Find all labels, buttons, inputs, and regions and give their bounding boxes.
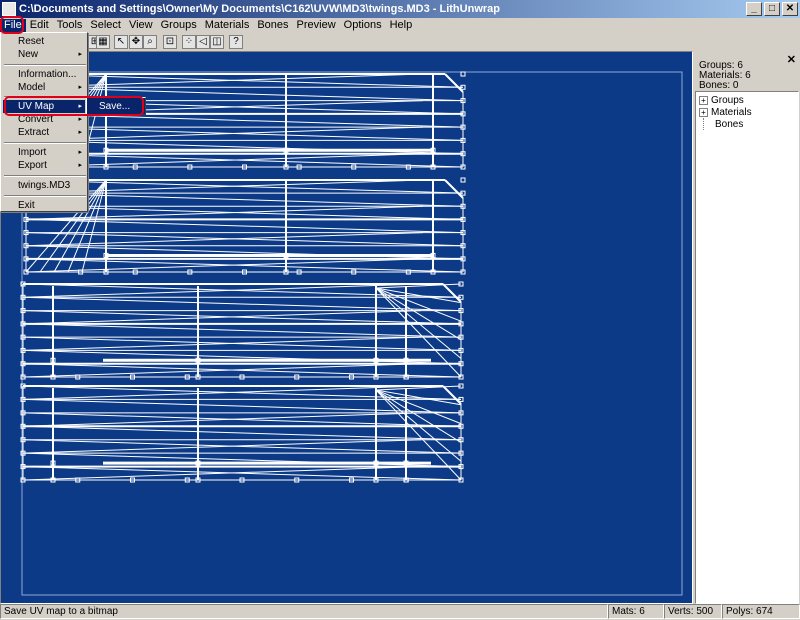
wire-vertex [460, 177, 466, 183]
expand-icon[interactable]: + [699, 107, 708, 117]
status-mats: Mats: 6 [608, 604, 664, 619]
menu-groups[interactable]: Groups [157, 19, 201, 32]
wire-edge [25, 113, 464, 128]
window-title: C:\Documents and Settings\Owner\My Docum… [19, 3, 500, 15]
menu-preview[interactable]: Preview [293, 19, 340, 32]
wire-edge [22, 323, 462, 338]
app-icon[interactable] [2, 2, 16, 16]
menu-item-label: Extract [18, 127, 50, 138]
menu-view[interactable]: View [125, 19, 157, 32]
tree-item-materials[interactable]: + Materials [699, 106, 798, 118]
menu-help[interactable]: Help [386, 19, 417, 32]
tree-view[interactable]: + Groups + Materials Bones [695, 91, 799, 604]
pointer-icon[interactable]: ↖ [114, 35, 128, 49]
menu-item-label: Import [18, 147, 47, 158]
menu-separator [4, 175, 86, 177]
status-message: Save UV map to a bitmap [0, 604, 608, 619]
menu-item-label: New [18, 49, 39, 60]
move-icon[interactable]: ✥ [129, 35, 143, 49]
menu-item-label: Convert [18, 114, 54, 125]
menu-bar: File Edit Tools Select View Groups Mater… [0, 18, 800, 32]
menu-edit[interactable]: Edit [26, 19, 53, 32]
face-icon[interactable]: ◫ [210, 35, 224, 49]
submenu-arrow-icon: ▸ [78, 84, 82, 91]
tree-item-bones[interactable]: Bones [699, 118, 798, 130]
vertex-icon[interactable]: ⁘ [182, 35, 196, 49]
menu-item-new[interactable]: New ▸ [3, 48, 85, 61]
menu-item-label: Export [18, 160, 47, 171]
submenu-arrow-icon: ▸ [78, 103, 82, 110]
menu-options[interactable]: Options [340, 19, 386, 32]
tree-item-groups[interactable]: + Groups [699, 94, 798, 106]
uv-canvas[interactable] [0, 51, 693, 604]
menu-item-export[interactable]: Export ▸ [3, 159, 85, 172]
wire-edge [25, 218, 464, 234]
menu-item-uv-map[interactable]: UV Map ▸ [3, 100, 85, 113]
submenu-arrow-icon: ▸ [78, 149, 82, 156]
tree-line-icon [703, 118, 712, 130]
menu-select[interactable]: Select [86, 19, 125, 32]
minimize-button[interactable]: _ [746, 2, 762, 16]
submenu-arrow-icon: ▸ [78, 129, 82, 136]
menu-materials[interactable]: Materials [201, 19, 254, 32]
bones-count: Bones: 0 [699, 80, 739, 91]
menu-separator [4, 96, 86, 98]
submenu-arrow-icon: ▸ [78, 116, 82, 123]
title-bar[interactable]: C:\Documents and Settings\Owner\My Docum… [0, 0, 800, 18]
menu-item-reset[interactable]: Reset [3, 35, 85, 48]
menu-item-extract[interactable]: Extract ▸ [3, 126, 85, 139]
menu-item-label: Reset [18, 36, 45, 47]
side-panel: ✕ Groups: 6 Materials: 6 Bones: 0 + Grou… [695, 51, 800, 604]
wire-edge [444, 179, 464, 199]
close-button[interactable]: ✕ [782, 2, 798, 16]
expand-icon[interactable]: + [699, 95, 708, 105]
zoom-icon[interactable]: ⌕ [143, 35, 157, 49]
submenu-arrow-icon: ▸ [78, 51, 82, 58]
stats-box: Groups: 6 Materials: 6 Bones: 0 [697, 61, 797, 90]
menu-item-label: UV Map [18, 101, 55, 112]
edge-icon[interactable]: ◁ [196, 35, 210, 49]
tree-label: Bones [715, 118, 744, 130]
wire-edge [442, 283, 462, 303]
wire-edge [442, 385, 462, 405]
submenu-arrow-icon: ▸ [78, 162, 82, 169]
fit-icon[interactable]: ⊡ [163, 35, 177, 49]
tree-label: Materials [711, 106, 752, 118]
uv-wireframe[interactable] [1, 52, 694, 605]
menu-item-convert[interactable]: Convert ▸ [3, 113, 85, 126]
wire-edge [375, 389, 462, 425]
menu-item-label: Information... [18, 69, 77, 80]
maximize-button[interactable]: □ [764, 2, 780, 16]
menu-separator [4, 195, 86, 197]
menu-item-model[interactable]: Model ▸ [3, 81, 85, 94]
menu-item-recent-file[interactable]: twings.MD3 [3, 179, 85, 192]
menu-item-save[interactable]: Save... [87, 100, 145, 113]
menu-item-label: Model [18, 82, 46, 93]
status-polys: Polys: 674 [722, 604, 800, 619]
menu-item-exit[interactable]: Exit [3, 199, 85, 212]
menu-separator [4, 64, 86, 66]
menu-separator [4, 142, 86, 144]
tree-label: Groups [711, 94, 744, 106]
menu-item-label: twings.MD3 [18, 180, 71, 191]
wire-edge [375, 287, 462, 322]
menu-item-import[interactable]: Import ▸ [3, 146, 85, 159]
uv-map-submenu: Save... [86, 97, 146, 115]
file-menu-dropdown: Reset New ▸ Information... Model ▸ UV Map ▸… [0, 32, 88, 212]
status-bar: Save UV map to a bitmap Mats: 6 Verts: 5… [0, 604, 800, 620]
menu-file[interactable]: File [0, 18, 26, 32]
menu-tools[interactable]: Tools [53, 19, 87, 32]
wire-edge [444, 73, 464, 93]
status-verts: Verts: 500 [664, 604, 722, 619]
help-pointer-icon[interactable]: ? [229, 35, 243, 49]
menu-item-label: Exit [18, 200, 35, 211]
menu-item-information[interactable]: Information... [3, 68, 85, 81]
toolbar: ⊞ ▦ ↖ ✥ ⌕ ⊡ ⁘ ◁ ◫ ? [0, 33, 800, 51]
wire-edge [22, 425, 462, 441]
grid2-icon[interactable]: ▦ [96, 35, 110, 49]
menu-bones[interactable]: Bones [253, 19, 292, 32]
wire-vertex [460, 71, 466, 77]
